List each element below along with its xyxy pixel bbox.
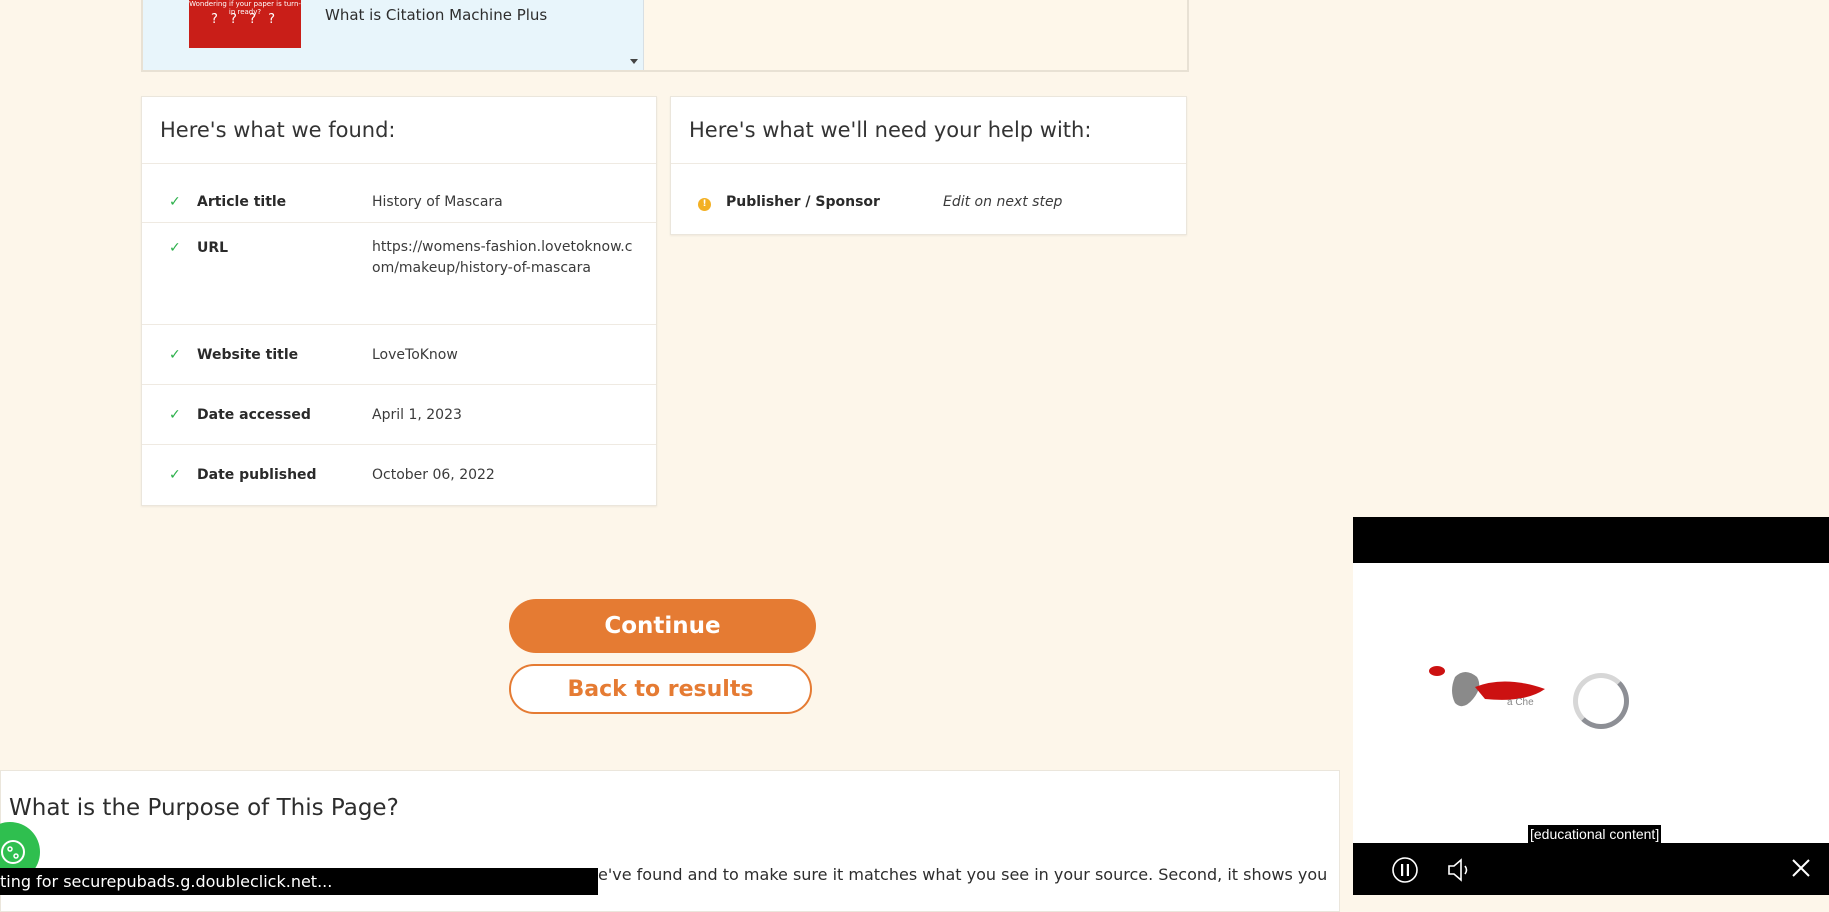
field-row-website-title: ✓ Website title LoveToKnow (142, 325, 656, 385)
video-logo-text: a Che (1507, 697, 1534, 708)
promo-title[interactable]: What is Citation Machine Plus (325, 6, 547, 24)
help-card: Here's what we'll need your help with: !… (670, 96, 1187, 235)
field-row-date-published: ✓ Date published October 06, 2022 (142, 445, 656, 505)
check-icon: ✓ (169, 407, 181, 423)
promo-container: Wondering if your paper is turn-in ready… (141, 0, 1189, 72)
field-value: History of Mascara (372, 194, 503, 210)
purpose-text: e've found and to make sure it matches w… (598, 865, 1328, 884)
volume-icon[interactable] (1445, 856, 1473, 891)
purpose-title: What is the Purpose of This Page? (9, 795, 399, 821)
field-value: October 06, 2022 (372, 467, 495, 483)
check-icon: ✓ (169, 194, 181, 210)
field-label: URL (197, 240, 229, 256)
warning-icon: ! (698, 194, 712, 211)
field-value: https://womens-fashion.lovetoknow.com/ma… (372, 239, 633, 276)
scroll-down-arrow-icon[interactable] (630, 59, 638, 64)
close-icon[interactable] (1789, 856, 1813, 887)
field-label: Article title (197, 194, 287, 210)
field-value: April 1, 2023 (372, 407, 462, 423)
field-row-article-title: ✓ Article title History of Mascara (142, 164, 656, 223)
field-label: Date accessed (197, 407, 311, 423)
check-icon: ✓ (169, 467, 181, 483)
check-icon: ✓ (169, 347, 181, 363)
video-caption: [educational content] (1528, 825, 1662, 843)
field-label: Date published (197, 467, 317, 483)
field-row-publisher: ! Publisher / Sponsor Edit on next step (671, 164, 1186, 234)
field-label: Website title (197, 347, 299, 363)
field-value: LoveToKnow (372, 347, 458, 363)
field-label: Publisher / Sponsor (726, 194, 880, 210)
field-row-date-accessed: ✓ Date accessed April 1, 2023 (142, 385, 656, 445)
promo-thumbnail[interactable]: Wondering if your paper is turn-in ready… (189, 0, 301, 48)
cookie-icon (1, 840, 25, 864)
found-heading: Here's what we found: (142, 97, 656, 164)
found-card: Here's what we found: ✓ Article title Hi… (141, 96, 657, 506)
video-top-bar (1353, 517, 1829, 563)
help-heading: Here's what we'll need your help with: (671, 97, 1186, 164)
loading-spinner-icon (1573, 673, 1629, 729)
check-icon: ✓ (169, 240, 181, 256)
field-row-url: ✓ URL https://womens-fashion.lovetoknow.… (142, 223, 656, 325)
promo-list[interactable]: Wondering if your paper is turn-in ready… (143, 0, 644, 70)
video-logo: a Che (1425, 657, 1575, 731)
promo-thumbnail-marks: ? ? ? ? (211, 12, 279, 27)
field-value-edit-next-step: Edit on next step (943, 194, 1063, 210)
pause-icon[interactable] (1391, 856, 1419, 891)
back-to-results-button[interactable]: Back to results (509, 664, 812, 714)
continue-button[interactable]: Continue (509, 599, 816, 653)
video-controls (1353, 843, 1829, 895)
browser-status-bar: ting for securepubads.g.doubleclick.net.… (0, 868, 598, 895)
video-player[interactable]: a Che [educational content] (1353, 517, 1829, 895)
